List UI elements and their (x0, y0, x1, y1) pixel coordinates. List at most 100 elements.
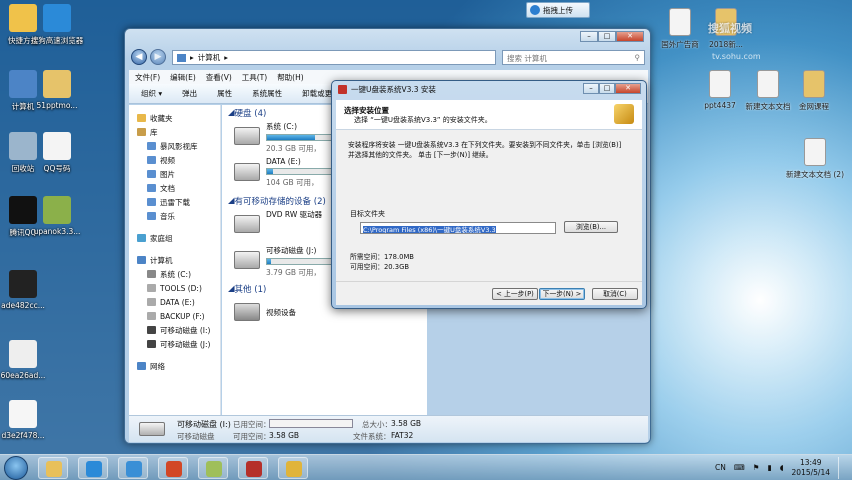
cancel-button[interactable]: 取消(C) (592, 288, 638, 300)
taskbar-app-installer[interactable] (278, 457, 308, 479)
taskbar-app-explorer[interactable] (38, 457, 68, 479)
camera-icon (234, 303, 260, 321)
dialog-maximize-button[interactable]: □ (599, 83, 615, 94)
nav-item-label: 可移动磁盘 (J:) (160, 339, 211, 349)
browse-button[interactable]: 浏览(B)... (564, 221, 618, 233)
volume-icon[interactable]: ◖ (780, 463, 784, 473)
destination-folder-value: C:\Program Files (x86)\一键U盘装系统V3.3 (363, 226, 496, 234)
nav-item-label: 图片 (160, 169, 175, 179)
nav-item-label: 网络 (150, 361, 165, 371)
dialog-header: 选择安装位置 选择 “一键U盘装系统V3.3” 的安装文件夹。 (336, 100, 642, 130)
taskbar-app-powerpoint[interactable] (158, 457, 188, 479)
close-button[interactable]: ✕ (616, 31, 644, 42)
nav-item-icon (147, 340, 156, 348)
flag-icon[interactable]: ⚑ (753, 463, 760, 473)
start-button[interactable] (4, 456, 28, 480)
keyboard-icon[interactable]: ⌨ (734, 463, 745, 473)
installer-dialog: 一键U盘装系统V3.3 安装 – □ ✕ 选择安装位置 选择 “一键U盘装系统V… (331, 80, 647, 309)
drive-icon (234, 163, 260, 181)
taskbar-app-video[interactable] (238, 457, 268, 479)
nav-item-icon (147, 170, 156, 178)
menu-item[interactable]: 工具(T) (242, 72, 267, 83)
nav-item[interactable]: DATA (E:) (129, 295, 220, 309)
dialog-close-button[interactable]: ✕ (615, 83, 641, 94)
nav-item-label: 收藏夹 (150, 113, 173, 123)
destination-folder-input[interactable]: C:\Program Files (x86)\一键U盘装系统V3.3 (360, 222, 556, 234)
maximize-button[interactable]: □ (598, 31, 616, 42)
breadcrumb-computer[interactable]: 计算机 (198, 52, 221, 63)
nav-item[interactable]: 迅雷下载 (129, 195, 220, 209)
back-button[interactable]: ◀ (131, 49, 147, 65)
dialog-body: 安装程序将安装 一键U盘装系统V3.3 在下列文件夹。要安装到不同文件夹，单击 … (336, 130, 642, 281)
nav-item-label: 家庭组 (150, 233, 173, 243)
desktop-icon[interactable]: 60ea26ad... (0, 340, 54, 380)
desktop-icon[interactable]: 51pptmo... (26, 70, 88, 110)
desktop-icon-image (43, 196, 71, 224)
watermark: 搜狐视频 (708, 22, 752, 35)
desktop-icon[interactable]: ade482cc... (0, 270, 54, 310)
free-space-label: 可用空间： (233, 432, 271, 441)
menu-item[interactable]: 帮助(H) (277, 72, 304, 83)
taskbar-app-sogou[interactable] (78, 457, 108, 479)
available-space: 可用空间：20.3GB (350, 263, 410, 271)
nav-item[interactable]: 收藏夹 (129, 111, 220, 125)
nav-item[interactable]: 计算机 (129, 253, 220, 267)
nav-item[interactable]: 暴风影视库 (129, 139, 220, 153)
computer-icon (177, 53, 186, 62)
nav-item[interactable]: 网络 (129, 359, 220, 373)
menu-item[interactable]: 查看(V) (206, 72, 232, 83)
back-step-button[interactable]: < 上一步(P) (492, 288, 538, 300)
nav-item-icon (147, 212, 156, 220)
desktop-icon-label: d3e2f478... (1, 431, 45, 440)
menu-item[interactable]: 编辑(E) (170, 72, 196, 83)
desktop-icon[interactable]: QQ号码 (26, 132, 88, 174)
nav-item[interactable]: 可移动磁盘 (I:) (129, 323, 220, 337)
nav-item[interactable]: 家庭组 (129, 231, 220, 245)
minimize-button[interactable]: – (580, 31, 598, 42)
nav-item[interactable]: 视频 (129, 153, 220, 167)
next-step-button[interactable]: 下一步(N) > (539, 288, 585, 300)
desktop-icon-label: upanok3.3... (33, 227, 81, 236)
nav-item[interactable]: 图片 (129, 167, 220, 181)
address-bar[interactable]: ▸ 计算机 ▸ (172, 50, 496, 65)
desktop-icon-label: QQ号码 (43, 164, 71, 173)
drive-icon (234, 127, 260, 145)
toolbar-button[interactable]: 系统属性 (252, 88, 282, 99)
search-input[interactable]: 搜索 计算机 ⚲ (502, 50, 645, 65)
clock[interactable]: 13:49 2015/5/14 (792, 458, 830, 478)
toolbar-button[interactable]: 属性 (217, 88, 232, 99)
nav-item[interactable]: 可移动磁盘 (J:) (129, 337, 220, 351)
dialog-minimize-button[interactable]: – (583, 83, 599, 94)
desktop-icon[interactable]: upanok3.3... (26, 196, 88, 236)
toolbar-button[interactable]: 弹出 (182, 88, 197, 99)
nav-item[interactable]: 文档 (129, 181, 220, 195)
upload-button[interactable]: 拖拽上传 (526, 2, 590, 18)
nav-item[interactable]: TOOLS (D:) (129, 281, 220, 295)
menu-item[interactable]: 文件(F) (135, 72, 160, 83)
taskbar-app-cloud[interactable] (118, 457, 148, 479)
desktop-icon[interactable]: d3e2f478... (0, 400, 54, 440)
nav-item-label: 暴风影视库 (160, 141, 198, 151)
installer-icon (338, 85, 347, 94)
sogou-icon (86, 461, 102, 477)
nav-item[interactable]: BACKUP (F:) (129, 309, 220, 323)
nav-item-icon (147, 198, 156, 206)
taskbar-app-notes[interactable] (198, 457, 228, 479)
desktop-icon[interactable]: 金网课程 (784, 70, 844, 112)
toolbar-button[interactable]: 组织 ▾ (141, 88, 162, 99)
nav-item-label: 库 (150, 127, 158, 137)
network-icon[interactable]: ▮ (767, 463, 771, 473)
desktop-icon-image (757, 70, 779, 98)
language-indicator[interactable]: CN (715, 463, 726, 473)
desktop-icon[interactable]: 新建文本文档 (2) (785, 138, 845, 180)
show-desktop-button[interactable] (838, 457, 846, 479)
nav-item-icon (147, 142, 156, 150)
desktop-icon[interactable]: 搜狗高速浏览器 (26, 4, 88, 46)
drive-usage-fill (267, 135, 316, 140)
nav-item[interactable]: 音乐 (129, 209, 220, 223)
system-tray: CN ⌨ ⚑ ▮ ◖ 13:49 2015/5/14 (715, 457, 846, 479)
nav-item[interactable]: 库 (129, 125, 220, 139)
forward-button[interactable]: ▶ (150, 49, 166, 65)
nav-item[interactable]: 系统 (C:) (129, 267, 220, 281)
desktop-icon-image (803, 70, 825, 98)
